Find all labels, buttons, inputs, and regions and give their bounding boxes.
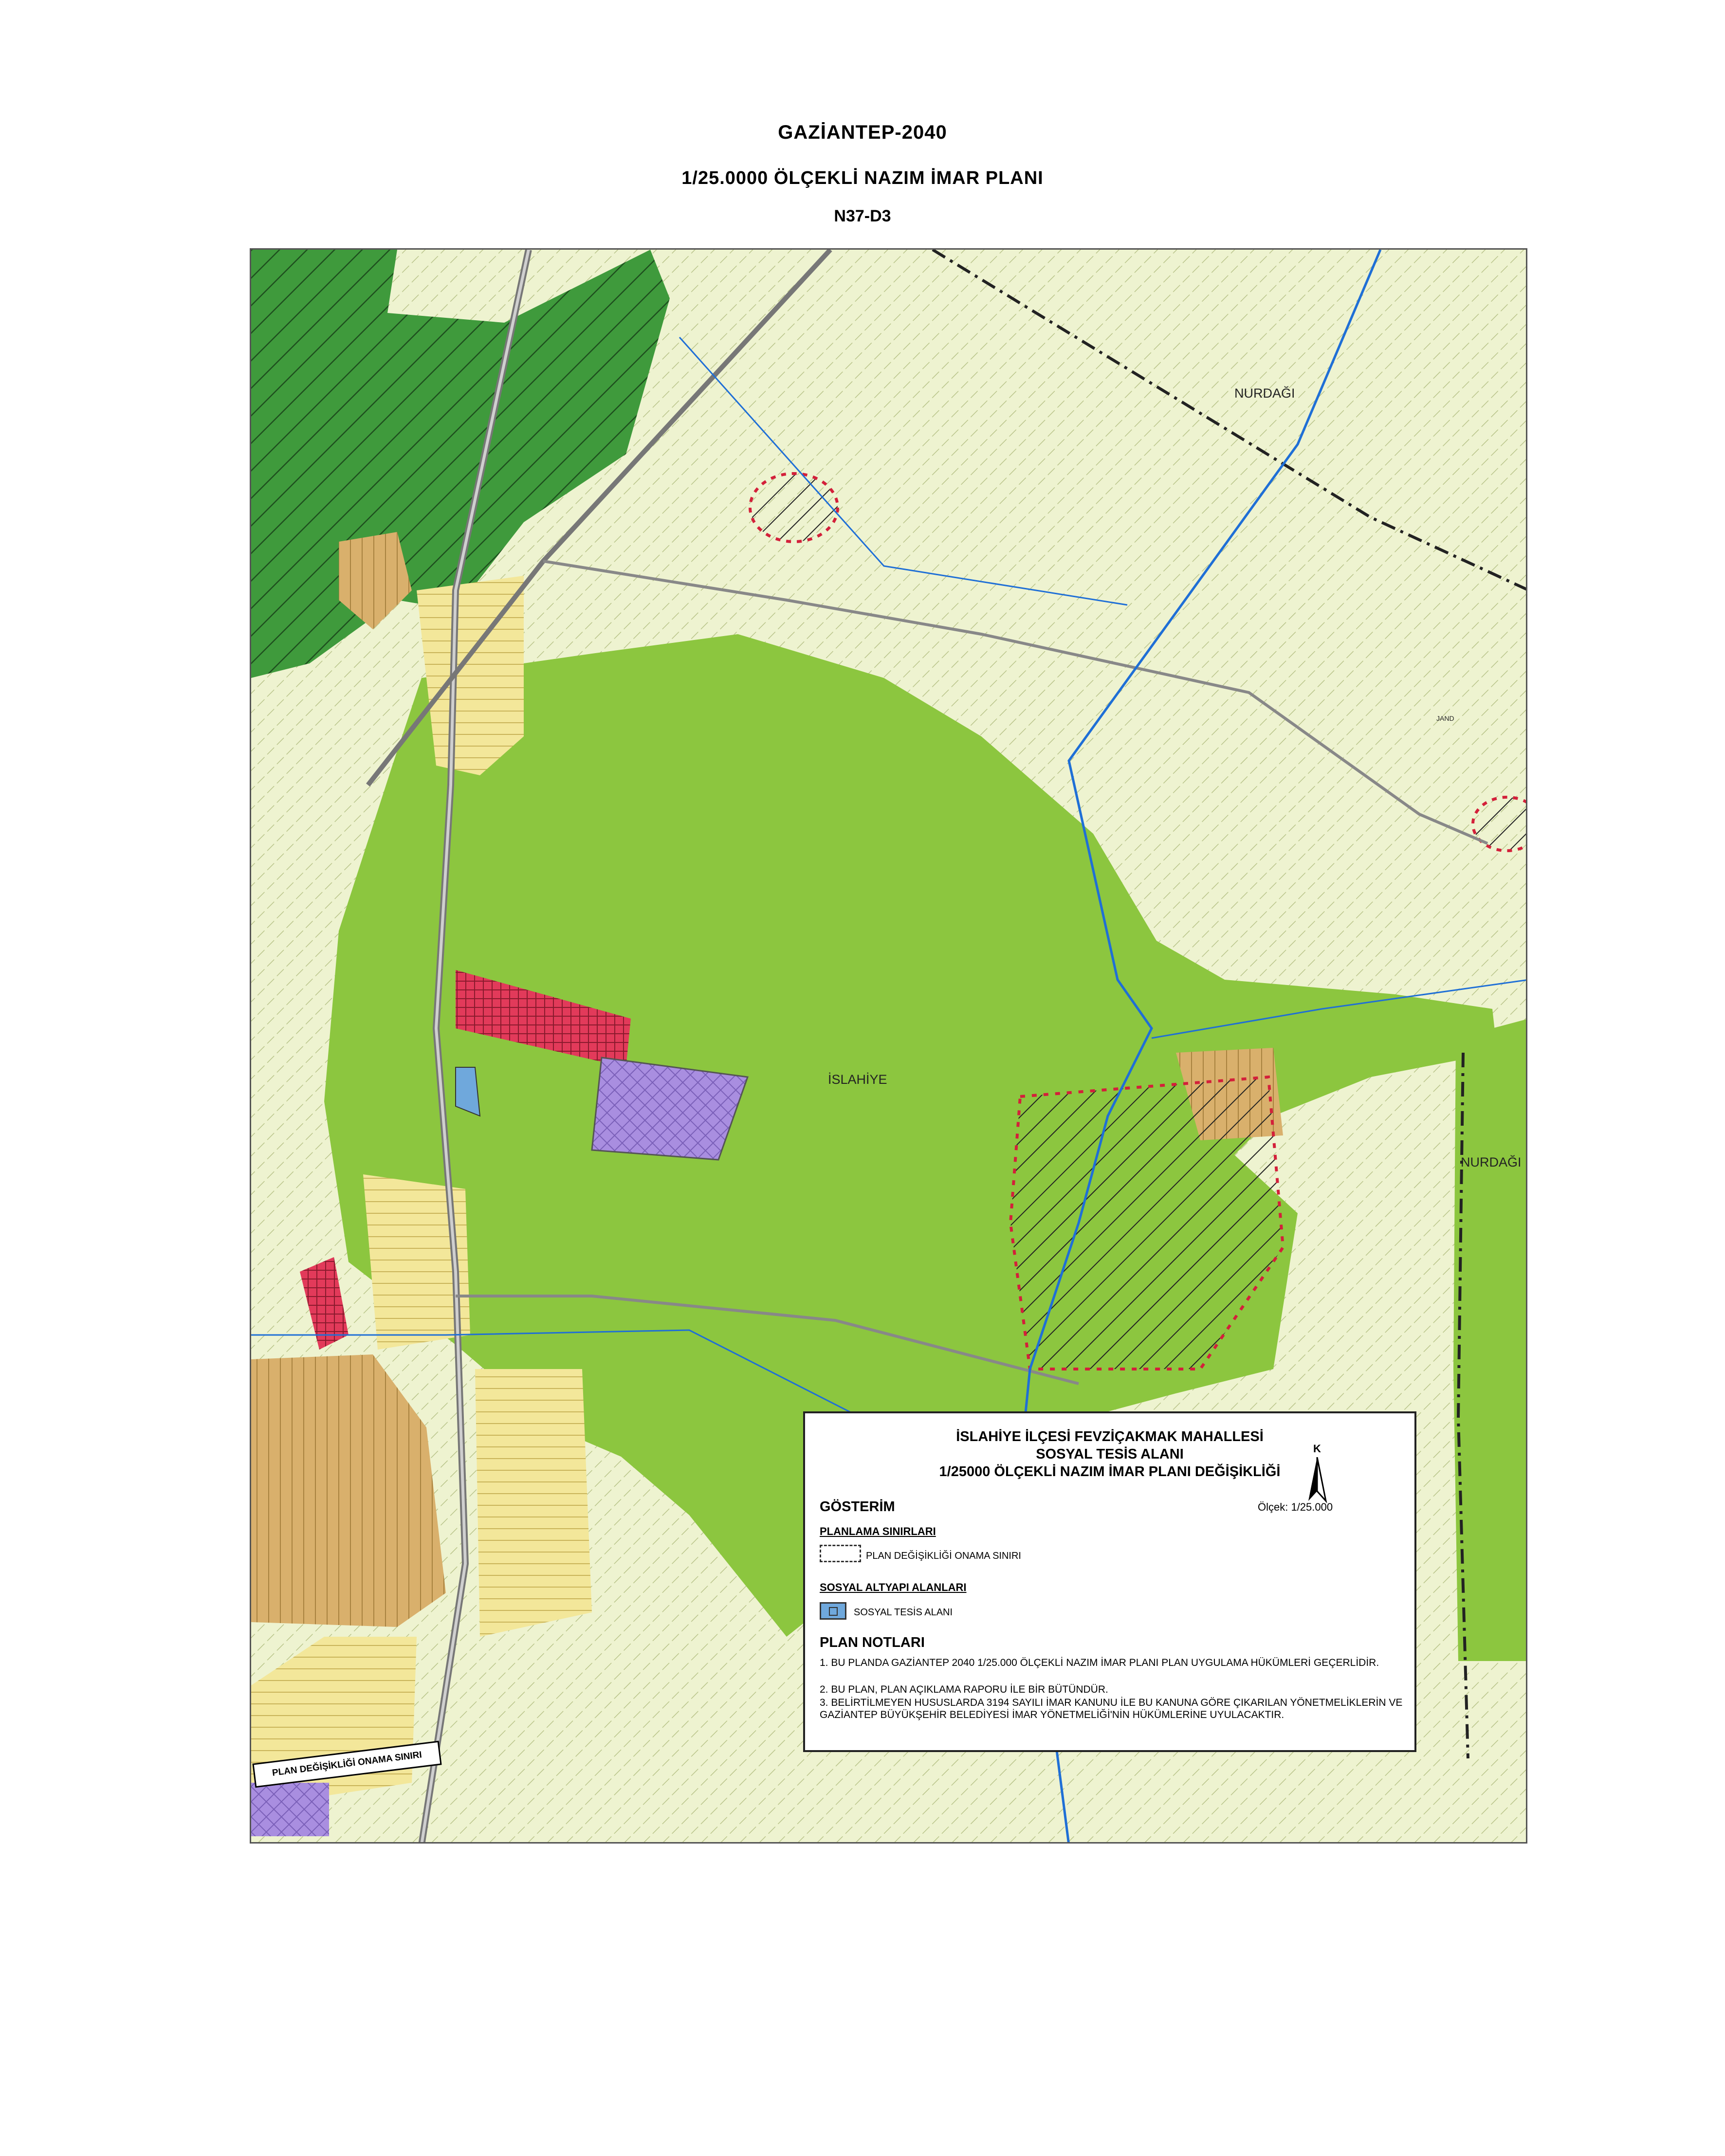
plan-note-2: 2. BU PLAN, PLAN AÇIKLAMA RAPORU İLE BİR… bbox=[820, 1684, 1108, 1695]
residential-zone-south bbox=[475, 1369, 592, 1637]
legend-planning-item: PLAN DEĞİŞİKLİĞİ ONAMA SINIRI bbox=[866, 1551, 1021, 1561]
plan-note-3: 3. BELİRTİLMEYEN HUSUSLARDA 3194 SAYILI … bbox=[820, 1697, 1403, 1720]
label-nurdagi: NURDAĞI bbox=[1234, 386, 1295, 401]
plan-subtitle: 1/25.0000 ÖLÇEKLİ NAZIM İMAR PLANI bbox=[681, 168, 1044, 188]
plan-title: GAZİANTEP-2040 bbox=[778, 122, 947, 143]
legend-notes-heading: PLAN NOTLARI bbox=[820, 1635, 925, 1650]
label-jandarma: JAND bbox=[1436, 714, 1454, 722]
boundary-swatch bbox=[820, 1545, 861, 1562]
legend-box: İSLAHİYE İLÇESİ FEVZİÇAKMAK MAHALLESİ SO… bbox=[803, 1411, 1416, 1752]
north-letter: K bbox=[1313, 1443, 1321, 1455]
label-islahiye: İSLAHİYE bbox=[828, 1072, 887, 1087]
label-nurdagi-east: NURDAĞI bbox=[1461, 1155, 1522, 1169]
industrial-zone-sw bbox=[251, 1783, 329, 1836]
social-facility-swatch bbox=[820, 1602, 846, 1620]
plan-note-1: 1. BU PLANDA GAZİANTEP 2040 1/25.000 ÖLÇ… bbox=[820, 1657, 1379, 1668]
forest-area-east bbox=[1453, 1019, 1526, 1661]
protected-area-circle bbox=[749, 472, 839, 543]
map-scale: Ölçek: 1/25.000 bbox=[1258, 1501, 1333, 1513]
building-icon bbox=[829, 1607, 838, 1616]
legend-planning-heading: PLANLAMA SINIRLARI bbox=[820, 1525, 936, 1537]
sheet-number: N37-D3 bbox=[834, 207, 891, 225]
legend-social-heading: SOSYAL ALTYAPI ALANLARI bbox=[820, 1581, 967, 1593]
legend-social-item: SOSYAL TESİS ALANI bbox=[854, 1607, 953, 1618]
legend-gosterim: GÖSTERİM bbox=[820, 1499, 895, 1515]
